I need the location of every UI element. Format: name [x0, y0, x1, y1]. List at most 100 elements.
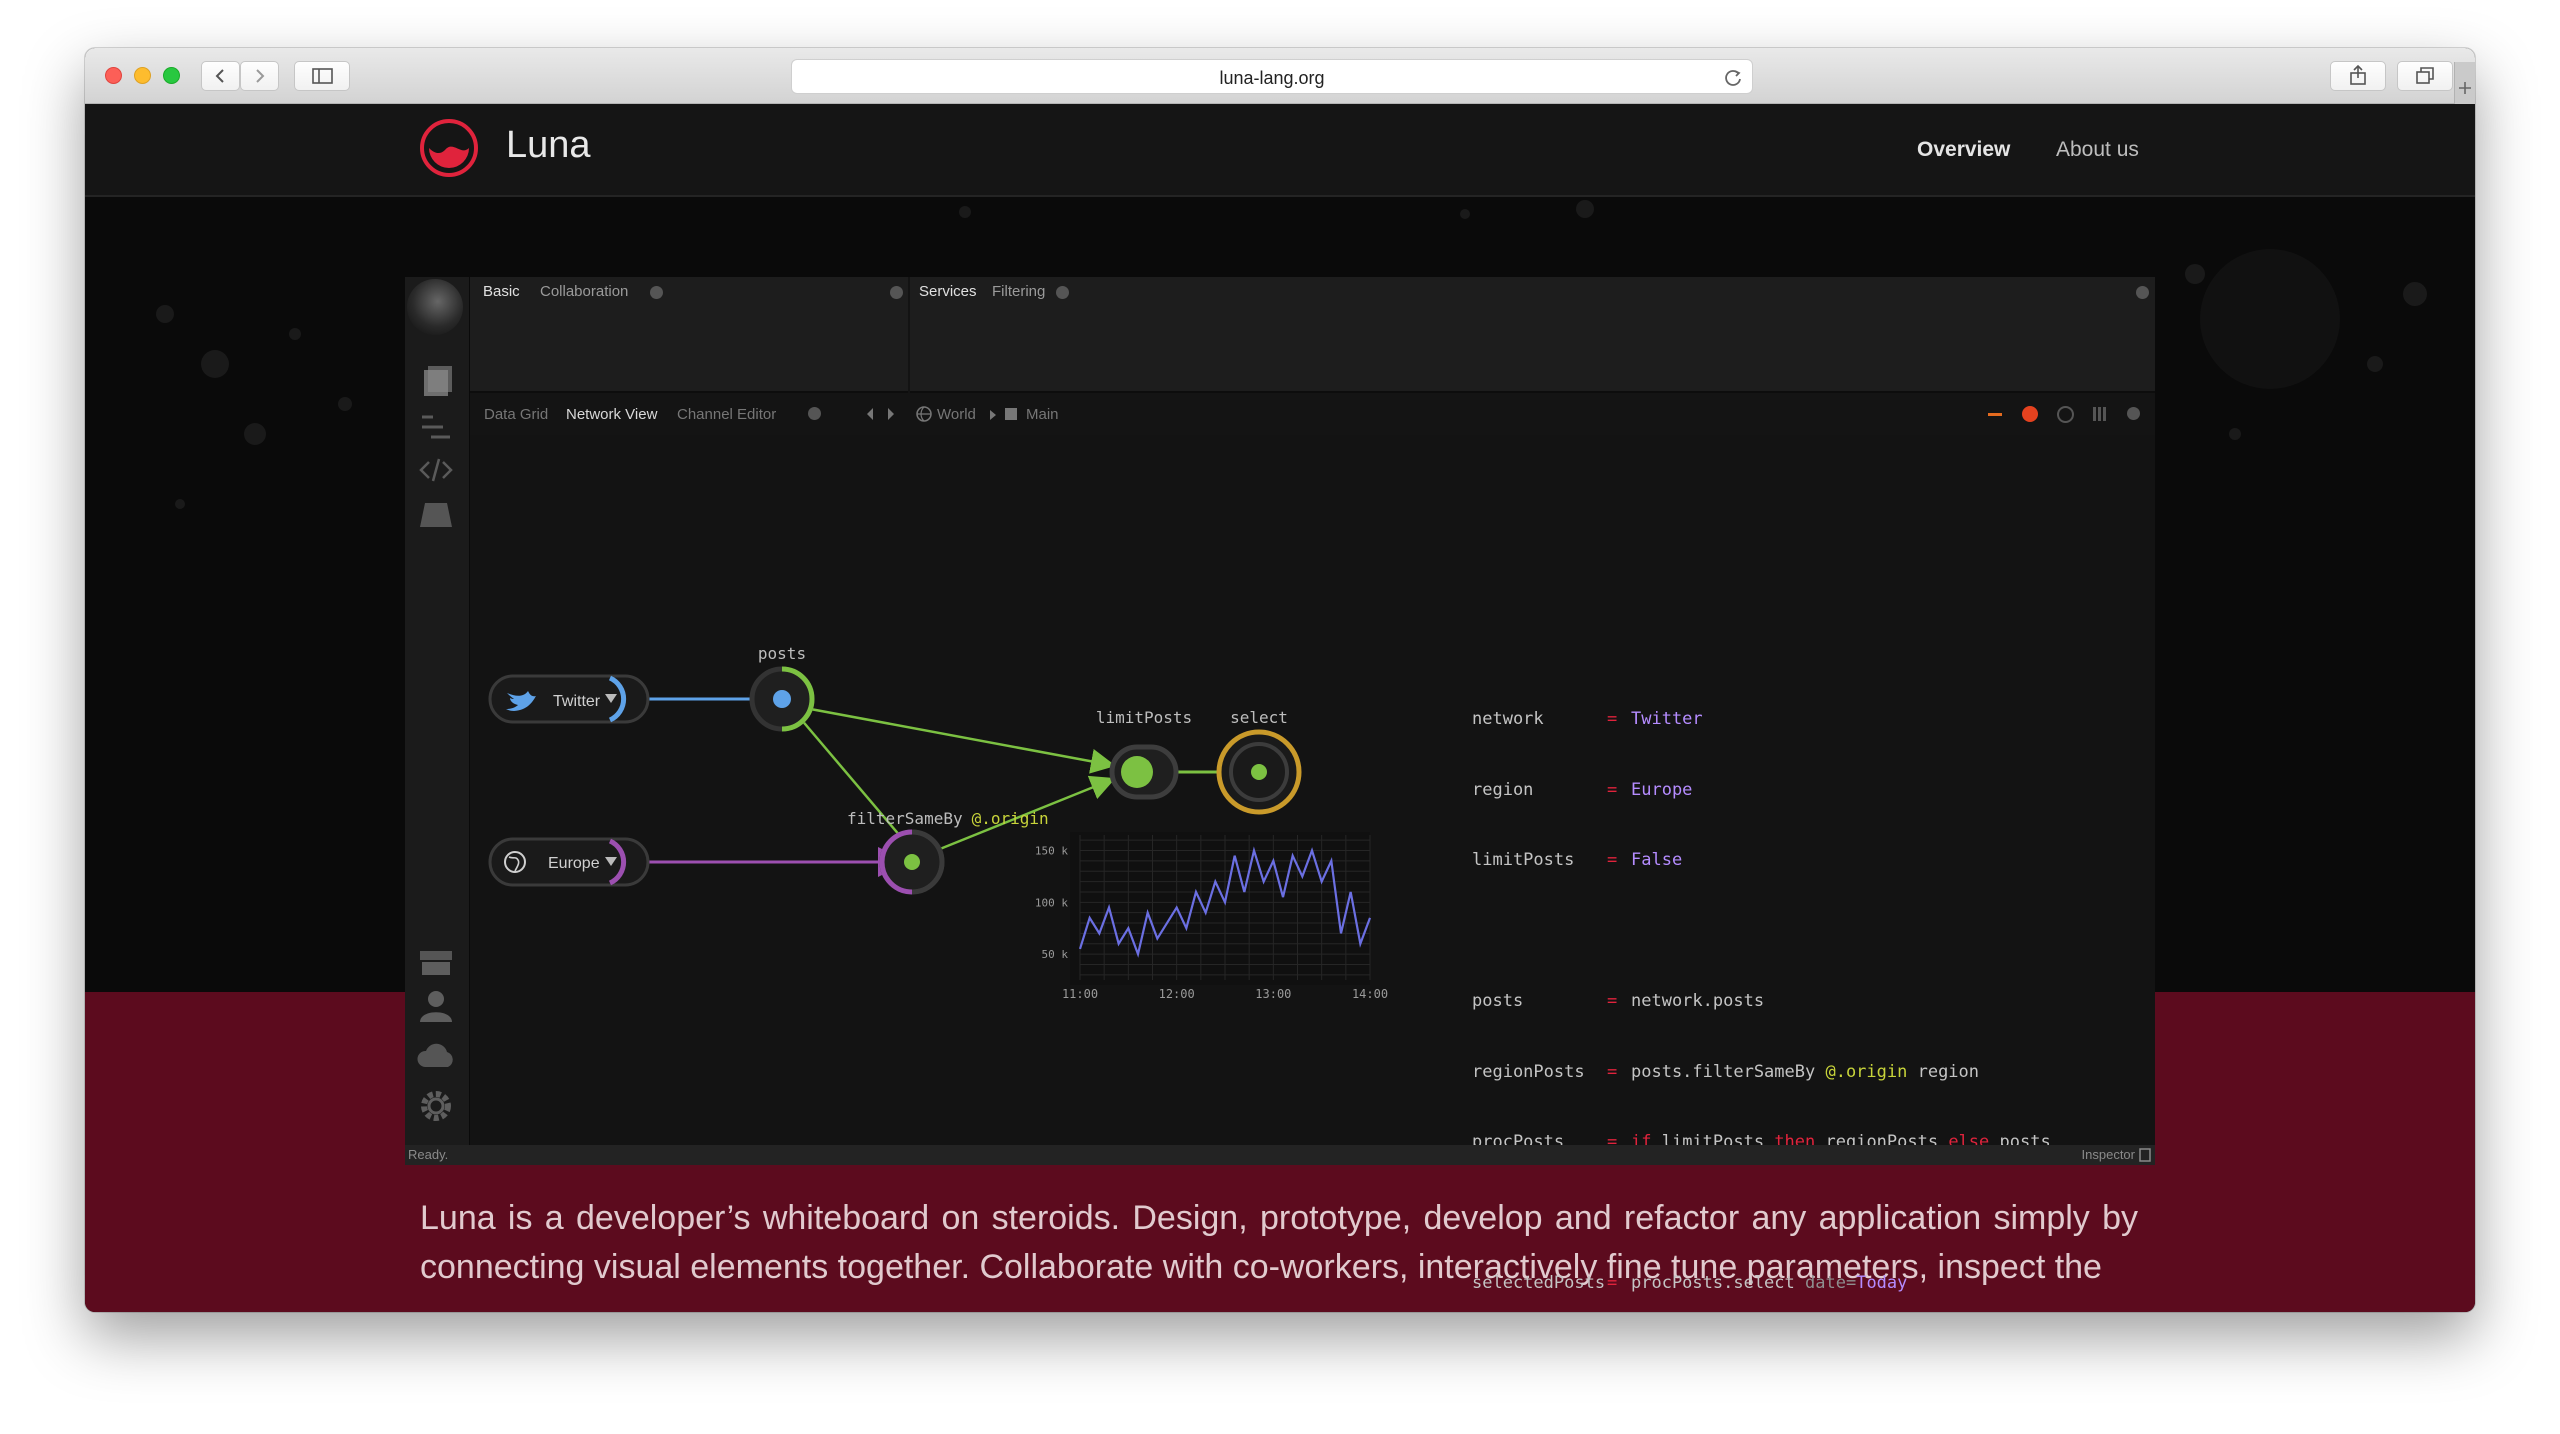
inspector-icon[interactable] [2139, 1148, 2151, 1162]
select-node-label: select [1230, 708, 1288, 727]
tab-network-view[interactable]: Network View [566, 406, 657, 423]
chart-plot-area [1070, 832, 1370, 985]
show-tabs-button[interactable] [2397, 61, 2453, 91]
nav-arrows-icon[interactable] [864, 405, 900, 423]
chart-y-tick-label: 100 k [1035, 896, 1068, 909]
code-var: limitPosts [1472, 850, 1575, 870]
code-panel[interactable]: network = Twitter region = Europe limitPosts… [1472, 661, 2051, 1312]
sidebar-icon [312, 68, 333, 84]
chart-x-tick-label: 14:00 [1352, 987, 1388, 1001]
filter-same-by-node[interactable]: filterSameBy @.origin [847, 809, 1049, 895]
luna-studio-screenshot: Basic Collaboration Services Filtering D… [405, 277, 2155, 1293]
code-operator: = [1607, 779, 1618, 800]
minimize-icon[interactable] [1988, 413, 2002, 416]
breadcrumb-main[interactable]: Main [1026, 406, 1059, 423]
user-avatar[interactable] [407, 279, 463, 335]
code-operator: = [1607, 1061, 1618, 1082]
brand-name[interactable]: Luna [506, 124, 591, 167]
breadcrumb-world[interactable]: World [937, 406, 976, 423]
svg-text:filterSameBy@.origin: filterSameBy @.origin [847, 809, 1049, 828]
forward-button[interactable] [240, 61, 279, 91]
archive-icon[interactable] [417, 943, 455, 977]
nav-overview-link[interactable]: Overview [1917, 138, 2010, 162]
circle-toggle-icon[interactable] [2057, 406, 2074, 423]
filter-node-arg: @.origin [972, 809, 1049, 828]
breadcrumb-separator-icon [990, 410, 996, 420]
chart-y-tick-label: 50 k [1042, 948, 1069, 961]
user-icon[interactable] [417, 989, 455, 1023]
nav-about-link[interactable]: About us [2056, 138, 2139, 162]
code-line: regionPosts = posts.filterSameBy @.origin … [1472, 1061, 2051, 1085]
share-icon [2350, 64, 2366, 85]
forward-icon [256, 69, 265, 83]
graph-icon[interactable] [417, 409, 455, 443]
code-value: Twitter [1631, 709, 1703, 729]
code-expression: region [1907, 1061, 1980, 1082]
select-node[interactable]: select [1216, 708, 1302, 815]
inspector-toggle[interactable]: Inspector [2082, 1147, 2135, 1162]
limit-posts-node[interactable]: limitPosts [1096, 708, 1192, 800]
status-bar: Ready. Inspector [405, 1145, 2155, 1165]
code-icon[interactable] [417, 453, 455, 487]
code-var: region [1472, 779, 1534, 800]
chart-x-tick-label: 13:00 [1255, 987, 1291, 1001]
address-bar[interactable]: luna-lang.org [791, 59, 1753, 94]
module-icon [1005, 408, 1017, 420]
minimize-window-button[interactable] [134, 67, 151, 84]
tab-basic[interactable]: Basic [483, 283, 520, 300]
code-value: Europe [1631, 779, 1693, 800]
record-icon[interactable] [2022, 406, 2038, 422]
code-param: date [1805, 1273, 1846, 1293]
library-icon[interactable] [417, 365, 455, 399]
storage-icon[interactable] [417, 497, 455, 531]
code-operator: = [1607, 991, 1618, 1011]
close-view-icon[interactable] [2127, 407, 2140, 420]
share-button[interactable] [2330, 61, 2386, 91]
code-line: posts = network.posts [1472, 990, 2051, 1014]
posts-node[interactable]: posts [749, 644, 815, 732]
chart-x-tick-label: 12:00 [1159, 987, 1195, 1001]
posts-line-chart: 150 k 100 k 50 k 11:00 12:00 13:00 14:00 [1035, 832, 1388, 1001]
close-panel-icon[interactable] [2136, 286, 2149, 299]
sidebar-toggle-button[interactable] [294, 61, 350, 91]
limit-posts-label: limitPosts [1096, 708, 1192, 727]
tab-collaboration[interactable]: Collaboration [540, 283, 628, 300]
view-toolbar: Data Grid Network View Channel Editor Wo… [470, 393, 2155, 435]
chart-y-tick-label: 150 k [1035, 845, 1068, 858]
luna-logo-icon[interactable] [419, 118, 479, 178]
add-tab-icon[interactable] [1056, 286, 1069, 299]
new-tab-button[interactable] [2454, 62, 2475, 104]
tab-filtering[interactable]: Filtering [992, 283, 1045, 300]
status-text: Ready. [408, 1147, 449, 1162]
top-right-panel: Services Filtering [910, 277, 2155, 393]
zoom-window-button[interactable] [163, 67, 180, 84]
settings-gear-icon[interactable] [417, 1089, 455, 1123]
close-window-button[interactable] [105, 67, 122, 84]
grid-icon[interactable] [2093, 407, 2107, 421]
tab-services[interactable]: Services [919, 283, 977, 300]
code-expression: posts.filterSameBy [1631, 1061, 1826, 1082]
code-operator: = [1607, 1273, 1618, 1293]
edge-posts-limit [804, 706, 1116, 774]
tab-data-grid[interactable]: Data Grid [484, 406, 548, 423]
add-view-icon[interactable] [808, 407, 821, 420]
add-tab-icon[interactable] [650, 286, 663, 299]
chart-x-tick-label: 11:00 [1062, 987, 1098, 1001]
back-icon [215, 69, 224, 83]
code-operator: = [1607, 850, 1618, 870]
code-var: posts [1472, 991, 1524, 1011]
app-sidebar [405, 277, 470, 1145]
filter-node-label: filterSameBy [847, 809, 963, 828]
tab-channel-editor[interactable]: Channel Editor [677, 406, 776, 423]
europe-input-node[interactable]: Europe [488, 837, 650, 887]
twitter-input-node[interactable]: Twitter [488, 674, 650, 724]
code-expression: procPosts.select [1631, 1273, 1805, 1293]
code-line: limitPosts = False [1472, 849, 2051, 873]
close-panel-icon[interactable] [890, 286, 903, 299]
network-view: Twitter Europe posts filterSameBy @.orig… [470, 435, 2155, 1293]
code-accessor: @.origin [1825, 1061, 1908, 1082]
reload-icon[interactable] [1722, 66, 1744, 88]
back-button[interactable] [201, 61, 240, 91]
code-line: selectedPosts = procPosts.select date=Toda… [1472, 1272, 2051, 1296]
cloud-icon[interactable] [417, 1037, 455, 1071]
